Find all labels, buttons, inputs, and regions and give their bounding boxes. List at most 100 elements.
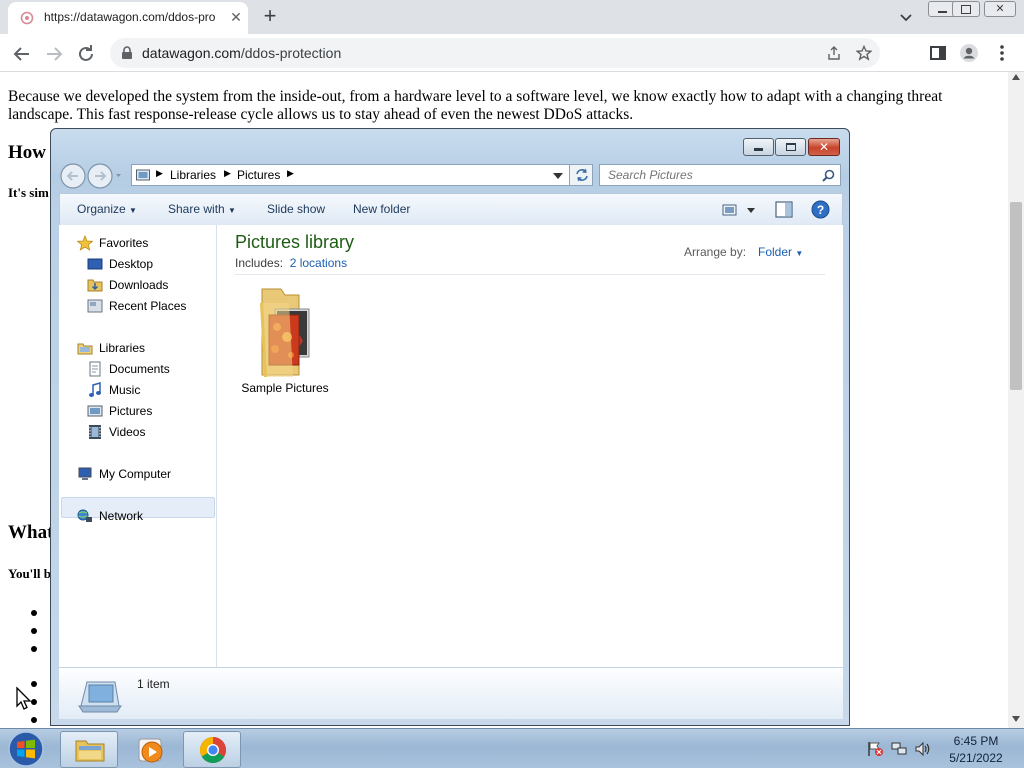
address-dropdown-icon[interactable]	[553, 172, 563, 180]
nav-documents[interactable]: Documents	[87, 359, 207, 379]
list-bullet	[31, 628, 37, 634]
system-clock[interactable]: 6:45 PM 5/21/2022	[936, 733, 1016, 767]
nav-music[interactable]: Music	[87, 380, 207, 400]
window-restore-button[interactable]	[952, 1, 980, 17]
page-scrollbar[interactable]	[1008, 72, 1024, 728]
computer-icon	[78, 467, 92, 480]
nav-documents-label: Documents	[109, 362, 170, 376]
taskbar-explorer-button[interactable]	[60, 731, 118, 768]
list-bullet	[31, 717, 37, 723]
breadcrumb-arrow-icon[interactable]: ▶	[287, 168, 294, 179]
scroll-up-arrow-icon[interactable]	[1012, 74, 1020, 80]
share-icon[interactable]	[826, 45, 842, 61]
new-folder-button[interactable]: New folder	[353, 202, 410, 216]
network-tray-icon[interactable]	[890, 741, 908, 757]
tab-search-chevron-icon[interactable]	[896, 7, 916, 27]
address-bar[interactable]: datawagon.com/ddos-protection	[110, 38, 880, 68]
nav-videos[interactable]: Videos	[87, 422, 207, 442]
nav-music-label: Music	[109, 383, 141, 397]
scrollbar-thumb[interactable]	[1010, 202, 1022, 390]
nav-libraries[interactable]: Libraries	[77, 338, 207, 358]
organize-menu[interactable]: Organize ▼	[77, 202, 137, 216]
library-title: Pictures library	[235, 232, 355, 252]
change-view-icon[interactable]	[722, 202, 758, 218]
reload-icon[interactable]	[74, 42, 98, 66]
slide-show-button[interactable]: Slide show	[267, 202, 325, 216]
action-center-flag-icon[interactable]	[866, 741, 884, 757]
explorer-nav-buttons[interactable]	[59, 162, 121, 190]
desktop-icon	[87, 258, 103, 270]
explorer-icon	[75, 740, 105, 762]
search-icon[interactable]	[822, 169, 835, 182]
breadcrumb-arrow-icon[interactable]: ▶	[156, 168, 163, 179]
explorer-minimize-button[interactable]	[743, 138, 774, 156]
page-bold-text: It's sim	[8, 185, 49, 200]
explorer-maximize-button[interactable]	[775, 138, 806, 156]
pictures-icon	[87, 405, 103, 417]
taskbar-chrome-button[interactable]	[183, 731, 241, 768]
window-close-button[interactable]: ✕	[984, 1, 1016, 17]
search-input[interactable]	[608, 168, 818, 182]
side-panel-icon[interactable]	[928, 43, 948, 63]
taskbar-media-player-button[interactable]	[122, 731, 180, 768]
star-icon	[77, 235, 93, 251]
nav-favorites[interactable]: Favorites	[77, 233, 207, 253]
nav-desktop-label: Desktop	[109, 257, 154, 271]
windows-taskbar: 6:45 PM 5/21/2022	[0, 728, 1024, 768]
explorer-command-bar: Organize ▼ Share with ▼ Slide show New f…	[59, 193, 843, 225]
volume-icon[interactable]	[914, 741, 932, 757]
scroll-down-arrow-icon[interactable]	[1012, 716, 1020, 722]
url-path: /ddos-protection	[240, 45, 342, 61]
explorer-content-pane: Pictures library Includes: 2 locations A…	[217, 225, 843, 667]
organize-label: Organize	[77, 202, 126, 216]
folder-icon	[260, 288, 310, 377]
nav-recent-places[interactable]: Recent Places	[87, 296, 207, 316]
recent-places-icon	[87, 299, 103, 313]
forward-arrow-icon[interactable]	[42, 42, 66, 66]
nav-pictures[interactable]: Pictures	[87, 401, 207, 421]
dropdown-arrow-icon: ▼	[795, 249, 804, 258]
includes-label: Includes:	[235, 256, 284, 270]
page-paragraph: Because we developed the system from the…	[8, 88, 943, 123]
page-bold-text-2: You'll b	[8, 566, 51, 581]
media-player-icon	[138, 738, 163, 763]
nav-pictures-label: Pictures	[109, 404, 153, 418]
chrome-icon	[199, 736, 227, 764]
profile-avatar-icon[interactable]	[959, 43, 979, 63]
documents-icon	[89, 361, 101, 377]
library-large-icon	[78, 681, 122, 713]
nav-libraries-label: Libraries	[99, 341, 146, 355]
back-arrow-icon[interactable]	[10, 42, 34, 66]
tab-close-icon[interactable]: ✕	[227, 8, 245, 26]
more-menu-icon[interactable]	[992, 43, 1012, 63]
explorer-refresh-button[interactable]	[569, 164, 593, 186]
nav-desktop[interactable]: Desktop	[87, 254, 207, 274]
bookmark-star-icon[interactable]	[856, 45, 872, 61]
header-divider	[235, 274, 825, 275]
explorer-search-box[interactable]	[599, 164, 841, 186]
breadcrumb-arrow-icon[interactable]: ▶	[224, 168, 231, 179]
start-button-icon[interactable]	[6, 730, 46, 768]
dropdown-arrow-icon: ▼	[228, 206, 236, 215]
arrange-by-dropdown[interactable]: Folder ▼	[758, 245, 803, 259]
help-icon[interactable]: ?	[811, 200, 830, 219]
browser-tab[interactable]: https://datawagon.com/ddos-pro ✕	[8, 2, 248, 34]
locations-link[interactable]: 2 locations	[290, 256, 347, 270]
share-with-menu[interactable]: Share with ▼	[168, 202, 236, 216]
preview-pane-icon[interactable]	[775, 201, 793, 218]
explorer-window[interactable]: ✕ ▶ Libraries ▶ Pictures ▶ Organi	[50, 128, 850, 726]
library-pictures-icon	[136, 169, 150, 181]
explorer-close-button[interactable]: ✕	[808, 138, 840, 156]
nav-network[interactable]: Network	[77, 506, 207, 526]
nav-downloads-label: Downloads	[109, 278, 169, 292]
breadcrumb-pictures[interactable]: Pictures	[237, 168, 280, 182]
folder-name: Sample Pictures	[241, 381, 329, 395]
nav-downloads[interactable]: Downloads	[87, 275, 207, 295]
nav-my-computer[interactable]: My Computer	[77, 464, 207, 484]
new-tab-button[interactable]: +	[258, 5, 282, 29]
folder-item-sample-pictures[interactable]: Sample Pictures	[233, 285, 337, 397]
explorer-address-bar[interactable]: ▶ Libraries ▶ Pictures ▶	[131, 164, 593, 186]
arrange-by-value: Folder	[758, 245, 793, 259]
browser-toolbar: datawagon.com/ddos-protection	[0, 34, 1024, 72]
breadcrumb-libraries[interactable]: Libraries	[170, 168, 216, 182]
